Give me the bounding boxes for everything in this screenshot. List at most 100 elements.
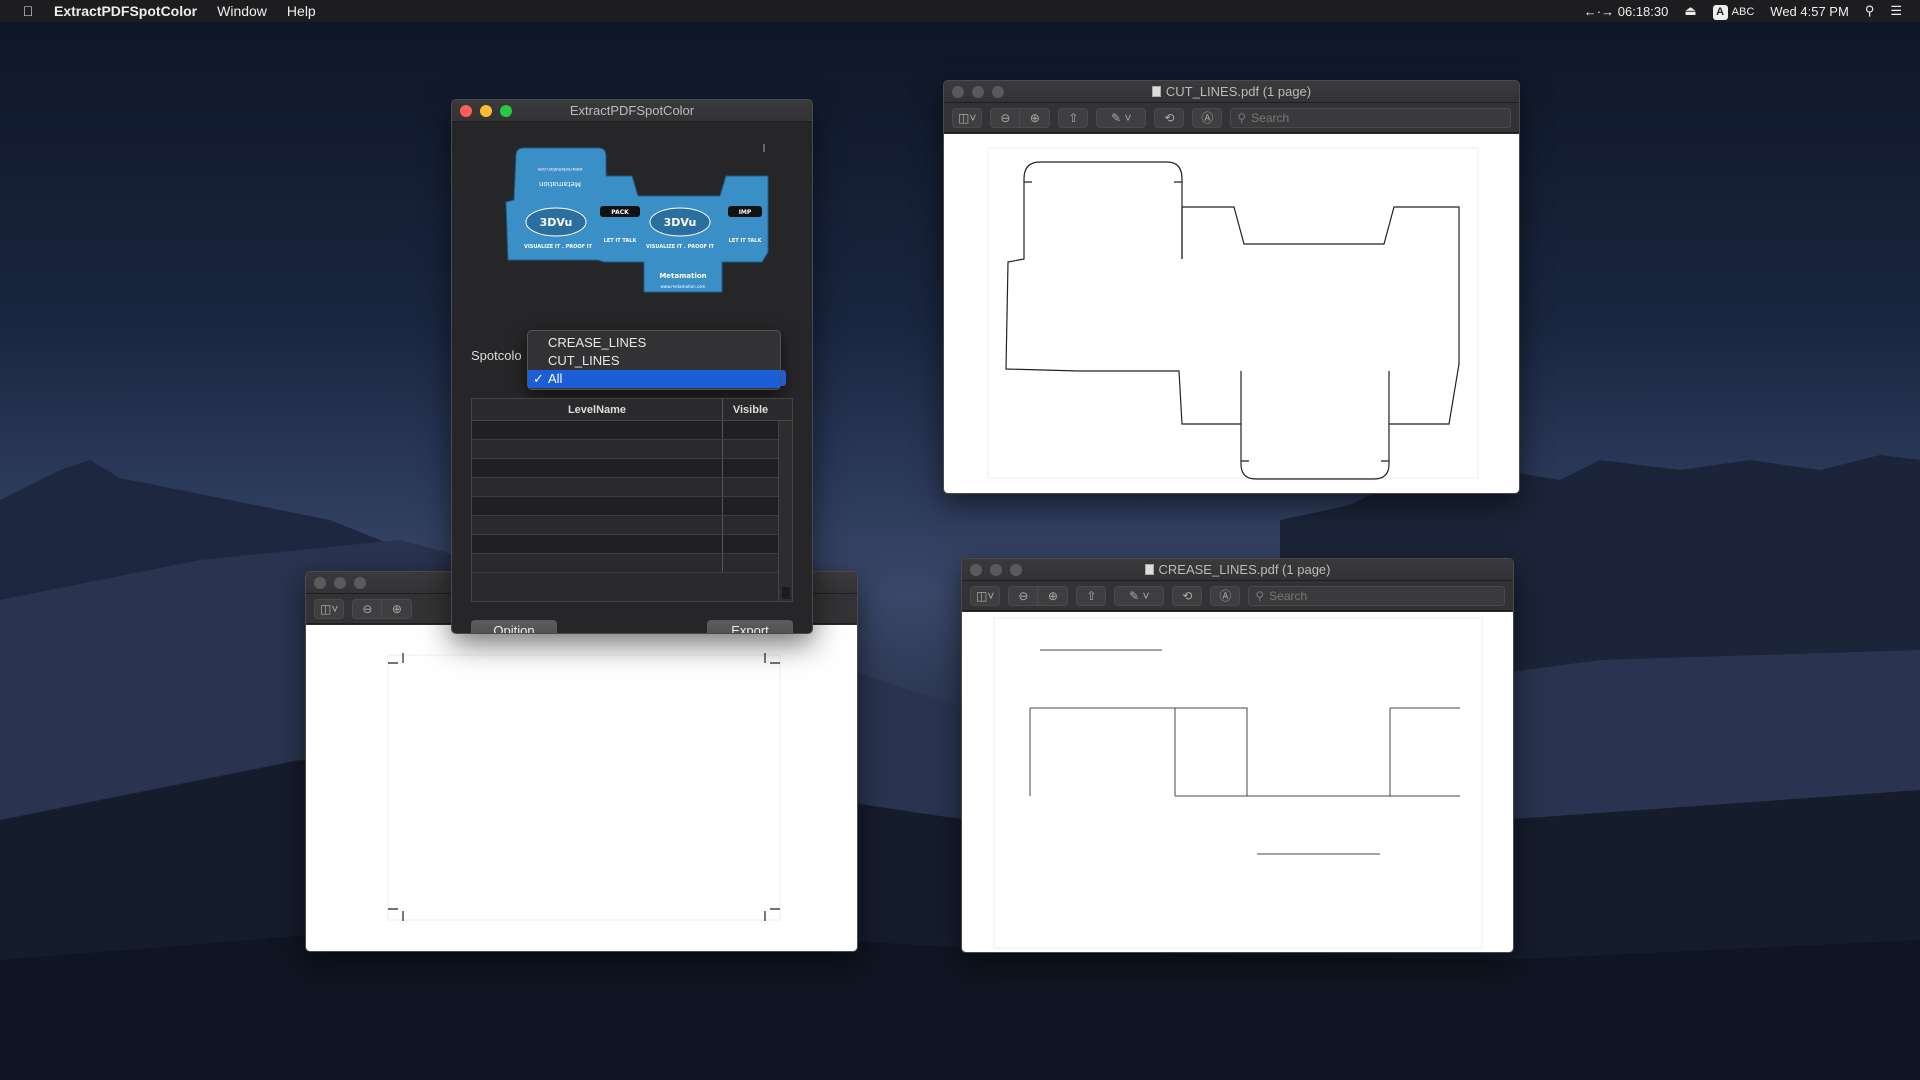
cut-lines-window: CUT_LINES.pdf (1 page) ◫˅ ⊖ ⊕ ⇧ ✎ ˅ ⟲ Ⓐ … (943, 80, 1520, 494)
preview-metamation-inverted: Metamation (539, 180, 581, 188)
app-titlebar[interactable]: ExtractPDFSpotColor (452, 100, 812, 122)
window-controls (970, 563, 1022, 576)
table-row[interactable] (472, 497, 778, 516)
zoom-out-button[interactable]: ⊖ (1008, 585, 1039, 606)
zoom-button[interactable] (1010, 563, 1022, 576)
search-icon: ⚲ (1255, 588, 1265, 603)
popup-button-arrow[interactable] (781, 370, 786, 386)
preview-website: www.metamation.com (661, 284, 706, 289)
zoom-in-button[interactable]: ⊕ (1020, 107, 1051, 128)
rotate-icon: ⟲ (1182, 588, 1193, 603)
close-button[interactable] (314, 576, 326, 589)
preview-slogan-1: VISUALIZE IT . PROOF IT (524, 244, 593, 250)
sidebar-toggle-button[interactable]: ◫˅ (952, 107, 983, 128)
close-button[interactable] (970, 563, 982, 576)
zoom-out-icon: ⊖ (1000, 110, 1011, 125)
column-header-visible[interactable]: Visible (723, 399, 778, 420)
table-row[interactable] (472, 554, 778, 573)
input-source-label: ABC (1731, 5, 1755, 18)
table-header: LevelName Visible (472, 399, 792, 421)
annotate-icon: Ⓐ (1201, 111, 1214, 125)
cut-lines-toolbar: ◫˅ ⊖ ⊕ ⇧ ✎ ˅ ⟲ Ⓐ ⚲ Search (944, 103, 1519, 133)
search-field[interactable]: ⚲ Search (1230, 107, 1511, 128)
search-field[interactable]: ⚲ Search (1248, 585, 1505, 606)
zoom-out-button[interactable]: ⊖ (990, 107, 1021, 128)
dropdown-option-cut-lines[interactable]: CUT_LINES (528, 352, 780, 370)
preview-imp-label: IMP (739, 209, 752, 216)
export-button[interactable]: Export (707, 620, 793, 633)
table-row[interactable] (472, 440, 778, 459)
menu-help[interactable]: Help (287, 3, 316, 19)
menu-window[interactable]: Window (217, 3, 267, 19)
annotate-icon: Ⓐ (1219, 589, 1232, 603)
sidebar-toggle-button[interactable]: ◫˅ (970, 585, 1001, 606)
crease-lines-window: CREASE_LINES.pdf (1 page) ◫˅ ⊖ ⊕ ⇧ ✎ ˅ ⟲… (961, 558, 1514, 953)
rotate-button[interactable]: ⟲ (1172, 585, 1203, 606)
apple-icon[interactable]:  (18, 3, 38, 19)
preview-pack-label: PACK (611, 209, 629, 216)
zoom-out-button[interactable]: ⊖ (352, 598, 383, 619)
zoom-button[interactable] (500, 104, 512, 117)
minimize-button[interactable] (480, 104, 492, 117)
preview-slogan-2: VISUALIZE IT . PROOF IT (646, 244, 715, 250)
minimize-button[interactable] (334, 576, 346, 589)
annotate-button[interactable]: Ⓐ (1192, 107, 1223, 128)
zoom-group: ⊖ ⊕ (1008, 585, 1069, 606)
dropdown-option-all[interactable]: ✓ All (528, 370, 780, 388)
zoom-group: ⊖ ⊕ (352, 598, 413, 619)
dropdown-option-crease-lines[interactable]: CREASE_LINES (528, 334, 780, 352)
table-row[interactable] (472, 421, 778, 440)
zoom-button[interactable] (354, 576, 366, 589)
annotate-button[interactable]: Ⓐ (1210, 585, 1241, 606)
table-row[interactable] (472, 459, 778, 478)
window-controls (460, 104, 512, 117)
zoom-button[interactable] (992, 85, 1004, 98)
scrollbar-knob[interactable] (782, 587, 790, 599)
option-label: CUT_LINES (548, 353, 620, 368)
levels-table: LevelName Visible (471, 398, 793, 602)
notification-center-icon[interactable]: ☰ (1890, 3, 1902, 19)
option-button[interactable]: Opition (471, 620, 557, 633)
checkmark-icon: ✓ (533, 371, 544, 386)
menubar-clock[interactable]: Wed 4:57 PM (1770, 4, 1849, 19)
pen-icon: ✎ ˅ (1129, 588, 1150, 603)
pdf-page-canvas (944, 134, 1519, 493)
input-source-icon: A (1712, 4, 1728, 20)
zoom-in-button[interactable]: ⊕ (1038, 585, 1069, 606)
close-button[interactable] (952, 85, 964, 98)
rotate-button[interactable]: ⟲ (1154, 107, 1185, 128)
menu-bar:  ExtractPDFSpotColor Window Help ←·→ 06… (0, 0, 1920, 22)
eject-icon[interactable]: ⏏ (1684, 3, 1696, 19)
input-source[interactable]: A ABC (1712, 3, 1755, 20)
cut-lines-titlebar[interactable]: CUT_LINES.pdf (1 page) (944, 81, 1519, 103)
spotlight-search-icon[interactable]: ⚲ (1865, 3, 1875, 19)
sidebar-toggle-button[interactable]: ◫˅ (314, 598, 345, 619)
table-scrollbar[interactable] (778, 421, 792, 601)
spotcolor-dropdown-menu[interactable]: CREASE_LINES CUT_LINES ✓ All (527, 330, 781, 390)
menu-app-name[interactable]: ExtractPDFSpotColor (54, 3, 197, 19)
markup-button[interactable]: ✎ ˅ (1096, 107, 1147, 128)
pdf-document-icon (1151, 86, 1161, 97)
search-icon: ⚲ (1237, 110, 1247, 125)
table-row[interactable] (472, 516, 778, 535)
table-row[interactable] (472, 535, 778, 554)
share-button[interactable]: ⇧ (1058, 107, 1089, 128)
search-placeholder: Search (1269, 588, 1308, 603)
sidebar-icon: ◫˅ (958, 110, 977, 125)
minimize-button[interactable] (990, 563, 1002, 576)
zoom-group: ⊖ ⊕ (990, 107, 1051, 128)
crease-lines-titlebar[interactable]: CREASE_LINES.pdf (1 page) (962, 559, 1513, 581)
markup-button[interactable]: ✎ ˅ (1114, 585, 1165, 606)
zoom-out-icon: ⊖ (362, 601, 373, 616)
table-row[interactable] (472, 478, 778, 497)
remote-status[interactable]: ←·→ 06:18:30 (1584, 4, 1669, 19)
column-header-levelname[interactable]: LevelName (472, 399, 723, 420)
option-label: CREASE_LINES (548, 335, 647, 350)
pdf-page-canvas (962, 612, 1513, 952)
close-button[interactable] (460, 104, 472, 117)
zoom-in-button[interactable]: ⊕ (382, 598, 413, 619)
share-button[interactable]: ⇧ (1076, 585, 1107, 606)
window-controls (952, 85, 1004, 98)
crop-marks-drawing (387, 653, 781, 921)
minimize-button[interactable] (972, 85, 984, 98)
